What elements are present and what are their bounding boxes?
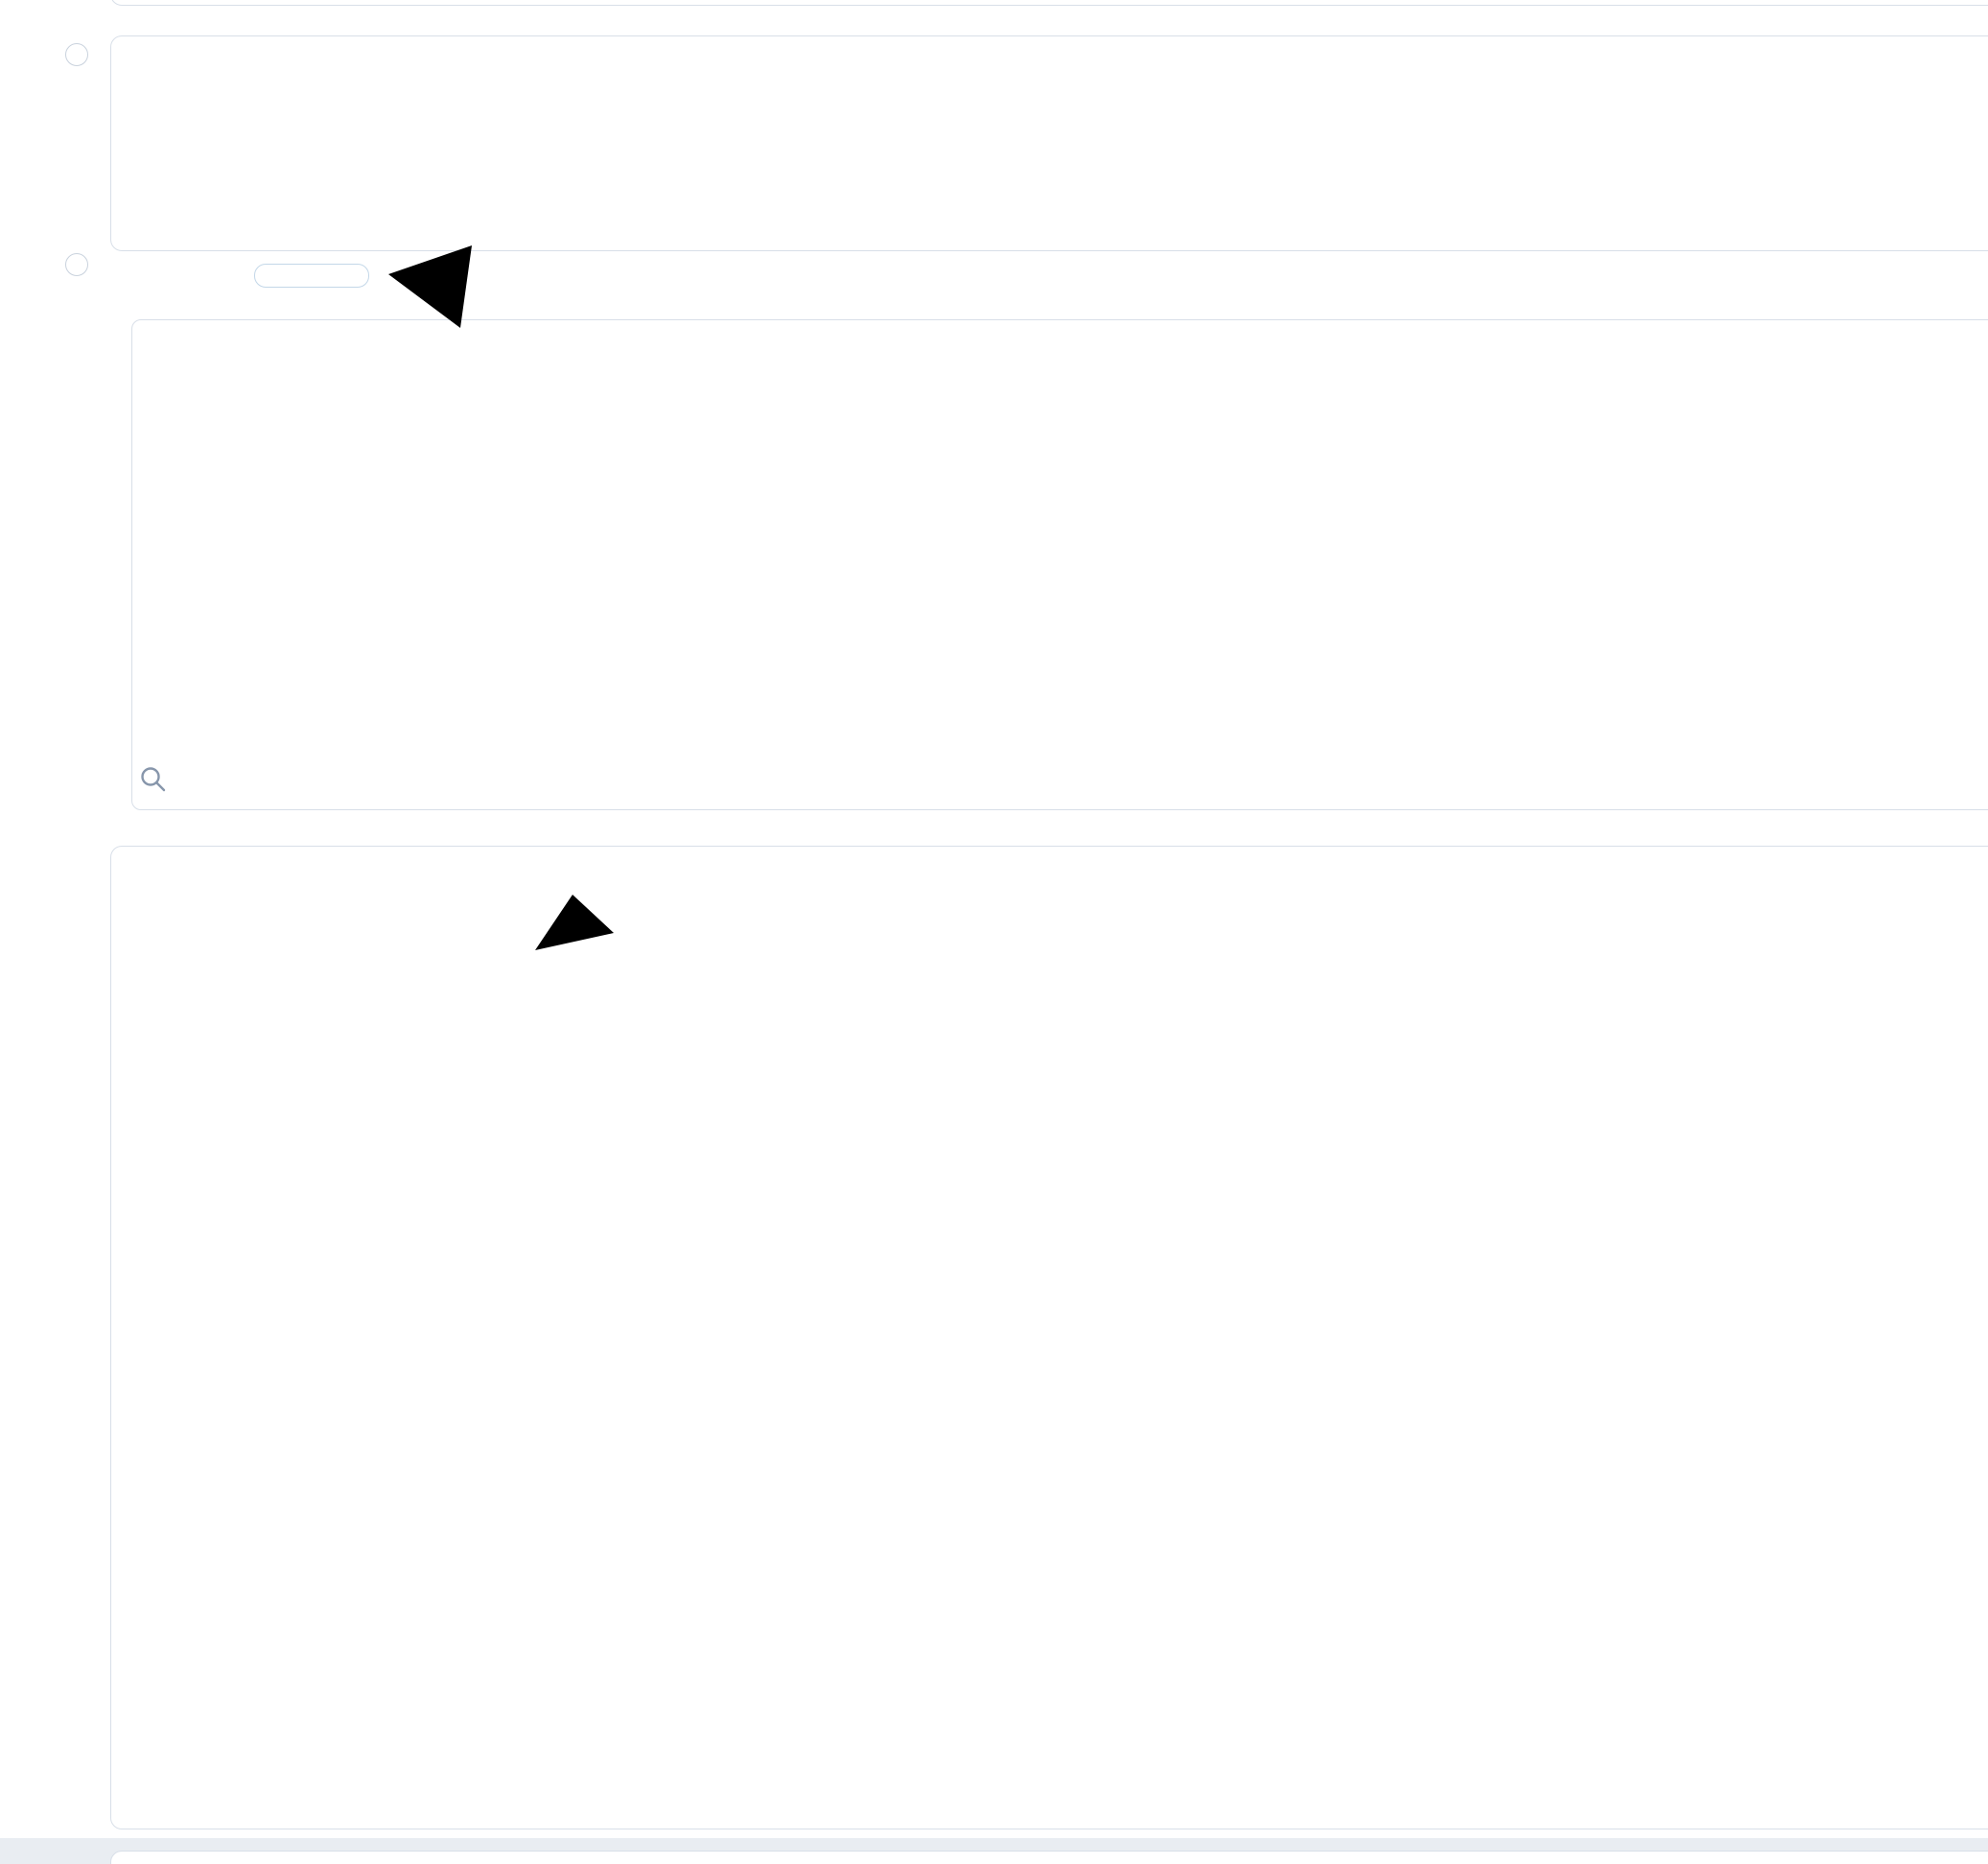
altair-chart — [0, 0, 1988, 1864]
next-cell-card — [110, 1851, 1988, 1864]
notebook-page — [0, 0, 1988, 1864]
